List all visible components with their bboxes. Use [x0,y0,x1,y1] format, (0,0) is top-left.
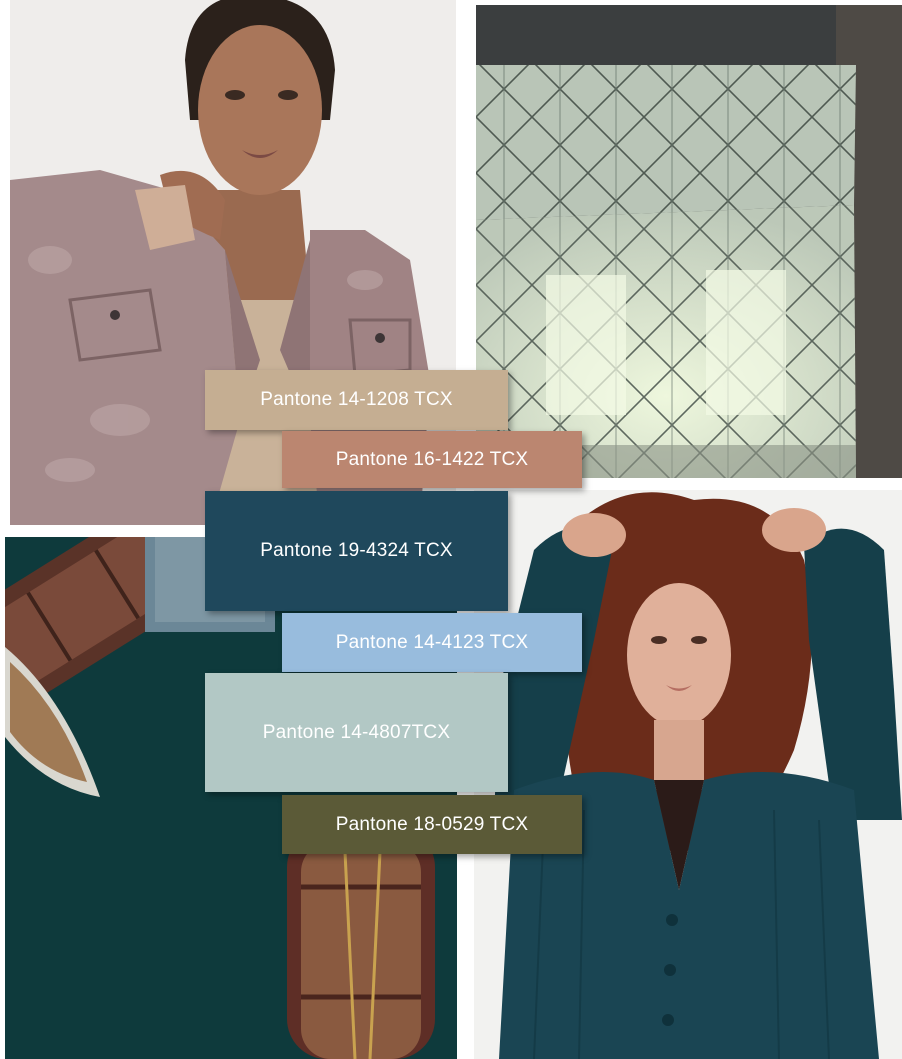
pantone-swatch-16-1422: Pantone 16-1422 TCX [282,431,582,488]
pantone-swatch-14-1208: Pantone 14-1208 TCX [205,370,508,430]
pantone-swatch-14-4807: Pantone 14-4807TCX [205,673,508,792]
photo-geometric-pattern-lamp [476,5,902,478]
cardigan-illustration [474,490,902,1059]
pantone-swatch-19-4324: Pantone 19-4324 TCX [205,491,508,611]
lamp-illustration [476,5,902,478]
pantone-swatch-18-0529: Pantone 18-0529 TCX [282,795,582,854]
photo-woman-teal-cardigan [474,490,902,1059]
pantone-swatch-14-4123: Pantone 14-4123 TCX [282,613,582,672]
